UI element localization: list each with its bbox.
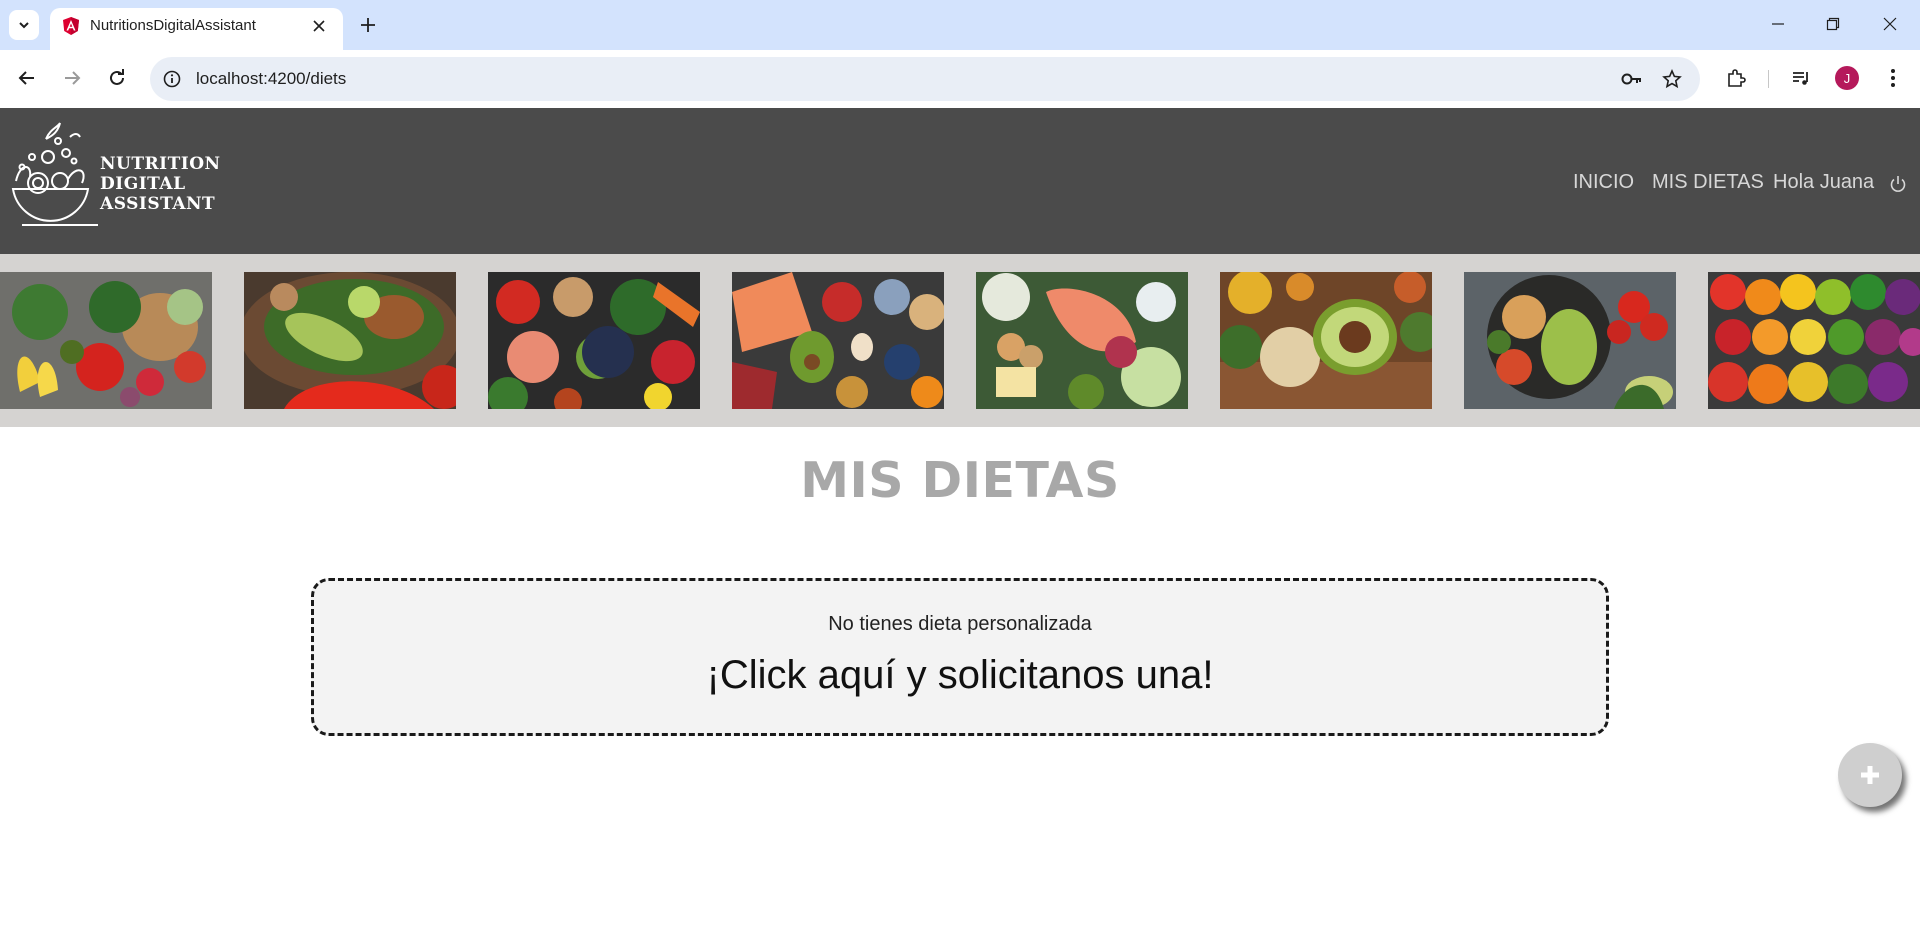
- playlist-music-icon: [1793, 72, 1808, 85]
- salad-bowl-logo-icon[interactable]: [8, 121, 100, 233]
- plus-icon: [1861, 766, 1879, 784]
- puzzle-icon: [1728, 69, 1746, 87]
- logo-wordmark: NUTRITION DIGITAL ASSISTANT: [100, 154, 221, 214]
- user-greeting[interactable]: Hola Juana: [1773, 171, 1874, 194]
- food-photo-avocado-spices-oats: [1220, 272, 1432, 409]
- restore-button[interactable]: [1811, 8, 1855, 40]
- forward-button[interactable]: [54, 60, 90, 96]
- logo-line-2: DIGITAL: [100, 174, 186, 194]
- back-button[interactable]: [9, 60, 45, 96]
- password-key-button[interactable]: [1620, 67, 1644, 91]
- food-photo-salmon-meat-avocado-eggs: [732, 272, 944, 409]
- request-diet-cta[interactable]: ¡Click aquí y solicitanos una!: [314, 653, 1606, 698]
- star-icon: [1662, 69, 1682, 89]
- browser-toolbar: localhost:4200/diets J: [0, 50, 1920, 108]
- close-window-button[interactable]: [1868, 8, 1912, 40]
- toolbar-divider: [1768, 70, 1769, 88]
- arrow-right-icon: [65, 71, 81, 85]
- plus-icon: [361, 18, 375, 32]
- no-diet-message: No tienes dieta personalizada: [828, 613, 1092, 635]
- reload-button[interactable]: [99, 60, 135, 96]
- extensions-button[interactable]: [1722, 64, 1750, 92]
- close-icon: [313, 20, 325, 32]
- food-image-carousel: [0, 254, 1920, 427]
- info-icon: [163, 70, 181, 88]
- close-icon: [1883, 17, 1897, 31]
- nav-link-home[interactable]: INICIO: [1573, 171, 1634, 194]
- minimize-button[interactable]: [1756, 8, 1800, 40]
- address-bar[interactable]: localhost:4200/diets: [150, 57, 1700, 101]
- food-photo-salmon-eggs-cheese-greens: [976, 272, 1188, 409]
- food-photo-rainbow-fruits-vegetables: [1708, 272, 1920, 409]
- logout-power-icon[interactable]: [1888, 174, 1908, 194]
- arrow-left-icon: [18, 71, 34, 85]
- media-control-button[interactable]: [1787, 64, 1815, 92]
- key-icon: [1621, 73, 1641, 85]
- reload-icon: [110, 69, 124, 85]
- nav-link-diets[interactable]: MIS DIETAS: [1652, 171, 1764, 194]
- profile-avatar[interactable]: J: [1835, 66, 1859, 90]
- logo-line-3: ASSISTANT: [100, 194, 216, 214]
- tab-search-button[interactable]: [9, 10, 39, 40]
- food-photo-tomatoes-broccoli-berries: [488, 272, 700, 409]
- angular-favicon-icon: [63, 17, 79, 35]
- restore-icon: [1826, 17, 1840, 31]
- food-photo-salad-avocado-pepper: [244, 272, 456, 409]
- food-photo-vegetables-bread-fruit: [0, 272, 212, 409]
- tab-title: NutritionsDigitalAssistant: [90, 17, 256, 34]
- add-diet-fab-button[interactable]: [1838, 743, 1902, 807]
- url-text: localhost:4200/diets: [196, 69, 347, 88]
- tab-close-button[interactable]: [307, 14, 331, 38]
- minimize-icon: [1772, 23, 1784, 25]
- app-header: NUTRITION DIGITAL ASSISTANT INICIO MIS D…: [0, 108, 1920, 254]
- request-diet-card[interactable]: No tienes dieta personalizada ¡Click aqu…: [311, 578, 1609, 736]
- bookmark-star-button[interactable]: [1660, 67, 1684, 91]
- chevron-down-icon: [19, 22, 29, 29]
- new-tab-button[interactable]: [353, 10, 383, 40]
- kebab-menu-icon: [1891, 69, 1895, 87]
- browser-tabstrip: NutritionsDigitalAssistant: [0, 0, 1920, 50]
- site-info-button[interactable]: [160, 67, 184, 91]
- logo-line-1: NUTRITION: [100, 154, 221, 174]
- browser-menu-button[interactable]: [1879, 64, 1907, 92]
- page-title: MIS DIETAS: [800, 452, 1120, 509]
- food-photo-chickpea-avocado-salad: [1464, 272, 1676, 409]
- browser-tab-active[interactable]: NutritionsDigitalAssistant: [50, 8, 343, 50]
